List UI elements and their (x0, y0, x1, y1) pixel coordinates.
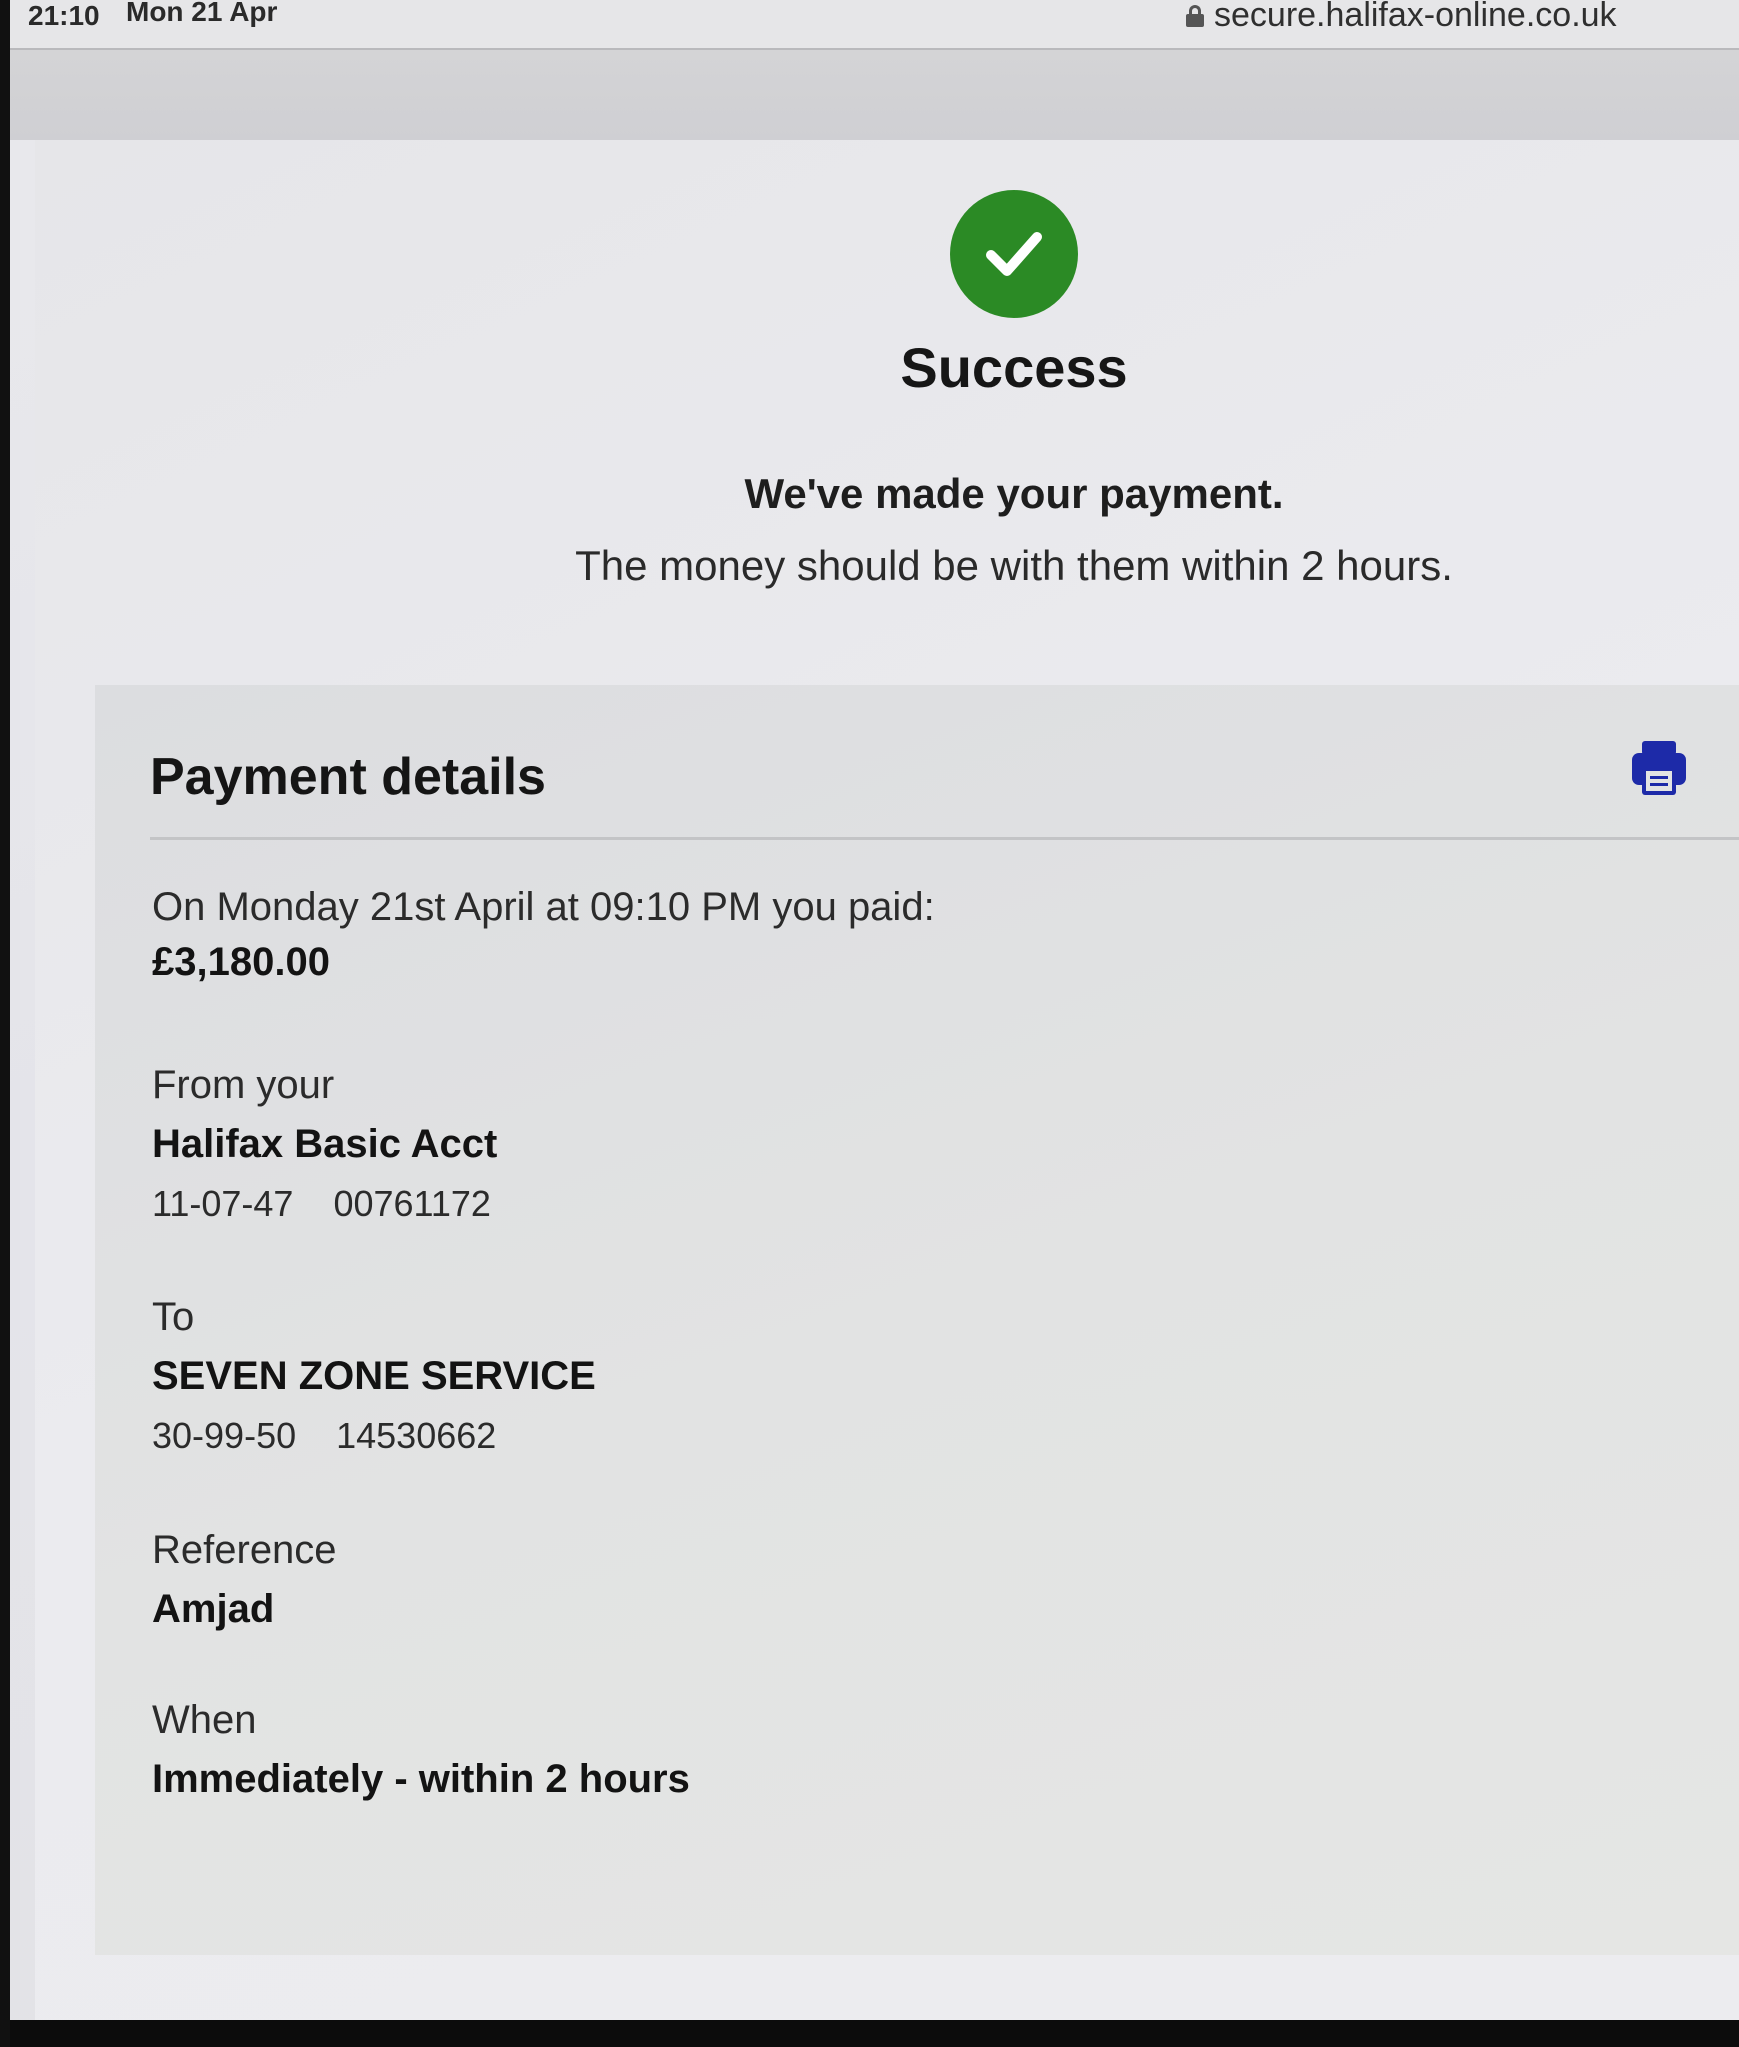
from-label: From your (152, 1063, 335, 1107)
from-account-number: 00761172 (333, 1183, 491, 1224)
payment-confirmation-page: Success We've made your payment. The mon… (35, 140, 1739, 2047)
browser-toolbar (10, 48, 1739, 140)
payment-details-title: Payment details (150, 748, 546, 806)
status-time: 21:10 (28, 0, 100, 31)
payment-details-panel: Payment details On Monday 21st April at … (95, 685, 1739, 1955)
to-account-numbers: 30-99-50 14530662 (152, 1415, 596, 1457)
when-label: When (152, 1698, 257, 1742)
screen-bezel (10, 2020, 1739, 2047)
to-sort-code: 30-99-50 (152, 1415, 297, 1456)
to-section: To SEVEN ZONE SERVICE 30-99-50 14530662 (152, 1295, 596, 1457)
from-section: From your Halifax Basic Acct 11-07-47 00… (152, 1063, 497, 1225)
to-payee-name: SEVEN ZONE SERVICE (152, 1354, 596, 1398)
from-account-name: Halifax Basic Acct (152, 1122, 498, 1166)
printer-icon (1632, 741, 1686, 795)
success-subtext: The money should be with them within 2 h… (575, 542, 1453, 589)
when-value: Immediately - within 2 hours (152, 1757, 690, 1801)
screen: 21:10 Mon 21 Apr secure.halifax-online.c… (10, 0, 1739, 2047)
reference-value: Amjad (152, 1587, 275, 1631)
from-sort-code: 11-07-47 (152, 1183, 294, 1224)
to-account-number: 14530662 (336, 1415, 497, 1456)
check-circle-icon (950, 190, 1078, 318)
address-bar[interactable]: secure.halifax-online.co.uk (1186, 0, 1617, 35)
status-bar: 21:10 Mon 21 Apr secure.halifax-online.c… (10, 0, 1739, 48)
success-heading: We've made your payment. (744, 470, 1284, 517)
success-title: Success (900, 336, 1128, 399)
when-section: When Immediately - within 2 hours (152, 1698, 690, 1802)
print-button[interactable] (1628, 737, 1690, 799)
status-date: Mon 21 Apr (126, 0, 278, 27)
reference-section: Reference Amjad (152, 1528, 337, 1632)
to-label: To (152, 1295, 195, 1339)
lock-icon (1186, 4, 1204, 27)
paid-label: On Monday 21st April at 09:10 PM you pai… (152, 885, 935, 929)
address-bar-url: secure.halifax-online.co.uk (1214, 0, 1617, 34)
paid-amount: £3,180.00 (152, 940, 330, 984)
divider (150, 837, 1739, 840)
paid-section: On Monday 21st April at 09:10 PM you pai… (152, 885, 935, 985)
reference-label: Reference (152, 1528, 337, 1572)
from-account-numbers: 11-07-47 00761172 (152, 1183, 497, 1225)
